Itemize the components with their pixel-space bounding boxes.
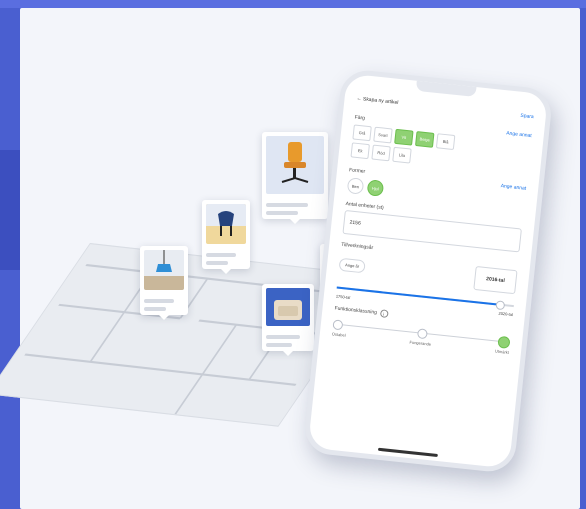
pin-blue-chair[interactable] [202, 200, 250, 274]
year-chip[interactable]: Ange år [338, 257, 366, 273]
color-chips: Grå Svart Vit Beige Blå Ek Röd Lila [350, 124, 473, 169]
armchair-photo [266, 288, 310, 326]
pin-office-chair[interactable] [262, 132, 328, 224]
year-range-max: 2020-tal [498, 310, 514, 318]
color-chip-selected[interactable]: Beige [414, 131, 435, 148]
year-slider-knob[interactable] [495, 300, 506, 311]
chair-photo [266, 136, 324, 194]
color-chip-selected[interactable]: Vit [394, 128, 414, 146]
rating-step-2[interactable] [497, 335, 511, 349]
rating-step-0[interactable] [332, 319, 344, 331]
phone-screen: ← Skapa ny artikel Spara Färg Ange annat… [321, 93, 534, 458]
shape-title: Former [348, 167, 366, 175]
back-label: Skapa ny artikel [362, 96, 399, 106]
top-frame [0, 0, 586, 8]
info-icon[interactable]: i [379, 309, 389, 319]
color-chip[interactable]: Blå [435, 133, 456, 151]
shape-chip[interactable]: Ben [346, 177, 365, 195]
shape-other-link[interactable]: Ange annat [500, 183, 526, 192]
back-button[interactable]: ← Skapa ny artikel [356, 96, 398, 106]
year-field: Tillverkningsår Ange år 2016-tal 1750-ta… [336, 242, 519, 317]
lamp-photo [144, 250, 184, 290]
phone-mockup: ← Skapa ny artikel Spara Färg Ange annat… [302, 67, 554, 475]
color-chip[interactable]: Svart [373, 126, 393, 144]
year-range-min: 1750-tal [335, 293, 351, 301]
color-chip[interactable]: Grå [352, 124, 372, 142]
color-other-link[interactable]: Ange annat [506, 130, 532, 139]
year-value[interactable]: 2016-tal [473, 265, 518, 295]
color-chip[interactable]: Ek [350, 142, 370, 160]
save-button[interactable]: Spara [520, 113, 534, 120]
shape-chip-selected[interactable]: Hjul [366, 179, 385, 197]
color-chip[interactable]: Röd [371, 144, 391, 162]
pin-armchair[interactable] [262, 284, 314, 356]
back-arrow-icon: ← [356, 95, 362, 103]
function-rating-label: Funktionsklassning [334, 305, 378, 316]
color-title: Färg [354, 114, 366, 122]
rating-step-1[interactable] [416, 328, 428, 340]
blue-chair-photo [206, 204, 246, 244]
color-chip[interactable]: Lila [392, 146, 412, 164]
pin-lamp[interactable] [140, 246, 188, 320]
phone-notch [415, 78, 477, 98]
